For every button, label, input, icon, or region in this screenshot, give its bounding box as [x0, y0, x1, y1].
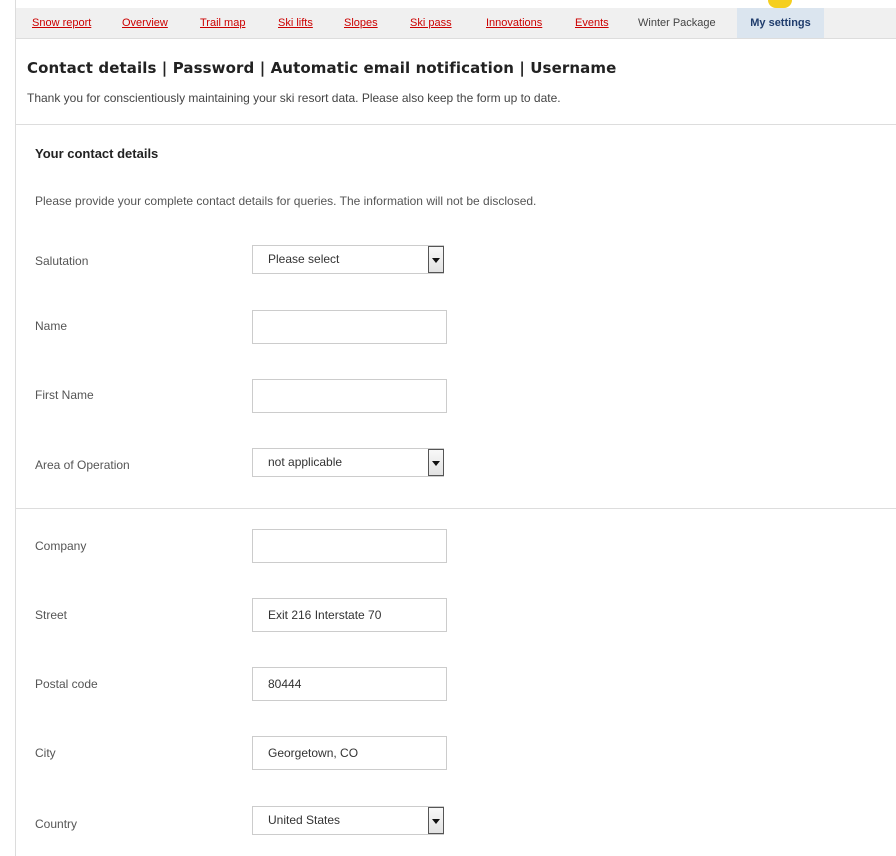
country-value: United States: [268, 813, 341, 827]
nav-my-settings[interactable]: My settings: [737, 8, 824, 38]
name-field[interactable]: [252, 310, 447, 344]
first-name-field[interactable]: [252, 379, 447, 413]
nav-ski-lifts[interactable]: Ski lifts: [278, 8, 313, 38]
area-value: not applicable: [268, 455, 343, 469]
section-note: Please provide your complete contact det…: [35, 194, 537, 208]
city-field[interactable]: Georgetown, CO: [252, 736, 447, 770]
nav-events[interactable]: Events: [575, 8, 609, 38]
dropdown-arrow-icon[interactable]: [428, 246, 444, 273]
active-tab-marker: [768, 0, 792, 8]
dropdown-arrow-icon[interactable]: [428, 807, 444, 834]
area-select[interactable]: not applicable: [252, 448, 444, 477]
nav-ski-pass[interactable]: Ski pass: [410, 8, 452, 38]
salutation-label: Salutation: [35, 254, 89, 268]
country-label: Country: [35, 817, 78, 831]
top-nav: Snow report Overview Trail map Ski lifts…: [16, 8, 896, 39]
dropdown-arrow-icon[interactable]: [428, 449, 444, 476]
page-intro: Thank you for conscientiously maintainin…: [27, 91, 561, 105]
name-label: Name: [35, 319, 68, 333]
city-label: City: [35, 746, 56, 760]
street-label: Street: [35, 608, 68, 622]
salutation-select[interactable]: Please select: [252, 245, 444, 274]
postal-code-field[interactable]: 80444: [252, 667, 447, 701]
page-heading: Contact details | Password | Automatic e…: [27, 59, 617, 77]
company-label: Company: [35, 539, 87, 553]
divider: [16, 508, 896, 509]
area-label: Area of Operation: [35, 458, 130, 472]
nav-snow-report[interactable]: Snow report: [32, 8, 91, 38]
postal-code-label: Postal code: [35, 677, 98, 691]
left-border: [15, 0, 16, 856]
country-select[interactable]: United States: [252, 806, 444, 835]
street-field[interactable]: Exit 216 Interstate 70: [252, 598, 447, 632]
nav-slopes[interactable]: Slopes: [344, 8, 378, 38]
company-field[interactable]: [252, 529, 447, 563]
nav-innovations[interactable]: Innovations: [486, 8, 542, 38]
nav-winter-package[interactable]: Winter Package: [638, 8, 716, 38]
nav-overview[interactable]: Overview: [122, 8, 168, 38]
salutation-value: Please select: [268, 252, 340, 266]
divider: [16, 124, 896, 125]
section-title: Your contact details: [35, 146, 159, 161]
first-name-label: First Name: [35, 388, 94, 402]
nav-trail-map[interactable]: Trail map: [200, 8, 245, 38]
